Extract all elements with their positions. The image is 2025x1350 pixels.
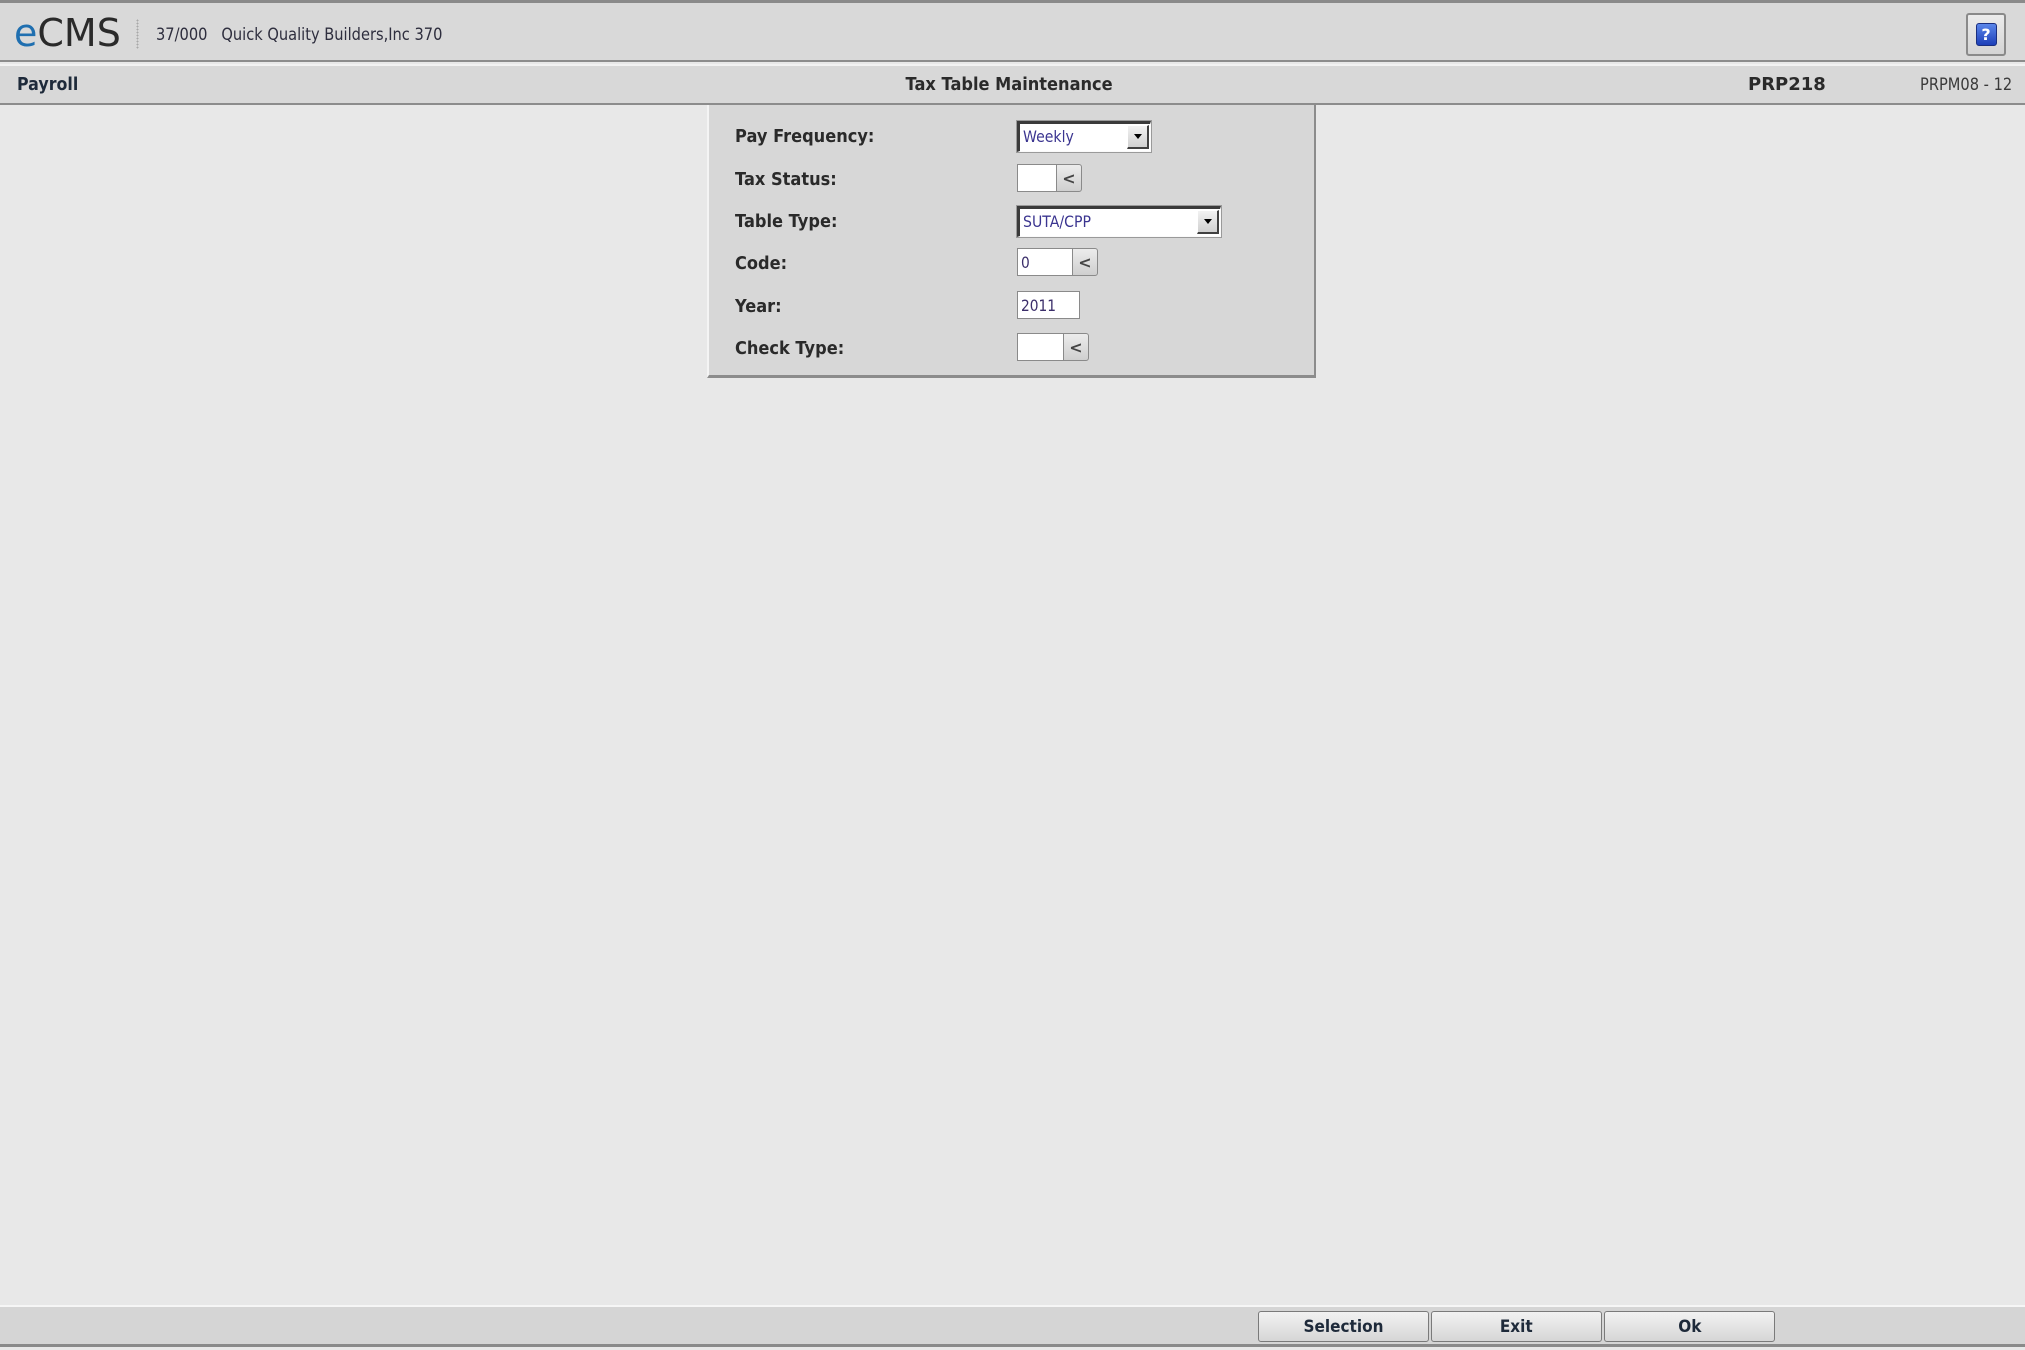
check-type-label: Check Type:: [735, 338, 845, 359]
code-label: Code:: [735, 253, 788, 274]
check-type-input[interactable]: [1017, 333, 1063, 361]
table-type-value: SUTA/CPP: [1023, 212, 1091, 231]
exit-button-label: Exit: [1500, 1316, 1533, 1337]
program-id: PRP218: [1748, 74, 1826, 95]
year-value: 2011: [1021, 296, 1057, 315]
code-value: 0: [1021, 253, 1030, 272]
help-button[interactable]: ?: [1966, 13, 2006, 56]
program-version: PRPM08 - 12: [1920, 75, 2013, 95]
chevron-left-icon: <: [1078, 252, 1092, 272]
chevron-left-icon: <: [1069, 337, 1083, 357]
pay-frequency-row: Pay Frequency: Weekly: [735, 121, 1295, 152]
pay-frequency-select[interactable]: Weekly: [1017, 121, 1151, 152]
ecms-logo: eCMS: [14, 11, 121, 55]
pay-frequency-value: Weekly: [1023, 127, 1074, 146]
ok-button-label: Ok: [1677, 1316, 1702, 1337]
code-input[interactable]: 0: [1017, 248, 1072, 276]
year-row: Year: 2011: [735, 291, 1295, 321]
chevron-down-icon[interactable]: [1127, 125, 1149, 149]
pay-frequency-label: Pay Frequency:: [735, 126, 875, 147]
app-header: eCMS 37/000 Quick Quality Builders,Inc 3…: [0, 3, 2025, 62]
table-type-label: Table Type:: [735, 211, 838, 232]
tax-status-label: Tax Status:: [735, 169, 837, 190]
table-type-select[interactable]: SUTA/CPP: [1017, 206, 1221, 237]
logo-e: e: [14, 11, 38, 55]
chevron-left-icon: <: [1062, 168, 1076, 188]
page-title: Tax Table Maintenance: [0, 74, 2025, 95]
tax-status-row: Tax Status: <: [735, 164, 1295, 194]
selection-button-label: Selection: [1303, 1316, 1384, 1337]
header-divider: [136, 19, 139, 49]
help-icon: ?: [1975, 23, 1997, 46]
selection-button[interactable]: Selection: [1258, 1311, 1429, 1342]
screen-header: Payroll Tax Table Maintenance PRP218 PRP…: [0, 66, 2025, 105]
tax-status-lookup-button[interactable]: <: [1056, 164, 1082, 192]
code-row: Code: 0 <: [735, 248, 1295, 278]
exit-button[interactable]: Exit: [1431, 1311, 1602, 1342]
year-label: Year:: [735, 296, 782, 317]
selection-form: Pay Frequency: Weekly Tax Status: < Tabl…: [707, 105, 1316, 378]
action-bar: Selection Exit Ok: [0, 1305, 2025, 1347]
code-lookup-button[interactable]: <: [1072, 248, 1098, 276]
check-type-lookup-button[interactable]: <: [1063, 333, 1089, 361]
check-type-row: Check Type: <: [735, 333, 1295, 363]
logo-cms: CMS: [37, 11, 121, 55]
company-info: 37/000 Quick Quality Builders,Inc 370: [156, 25, 443, 45]
year-input[interactable]: 2011: [1017, 291, 1080, 319]
table-type-row: Table Type: SUTA/CPP: [735, 206, 1295, 237]
tax-status-input[interactable]: [1017, 164, 1056, 192]
chevron-down-icon[interactable]: [1197, 210, 1219, 234]
ok-button[interactable]: Ok: [1604, 1311, 1775, 1342]
page-title-text: Tax Table Maintenance: [905, 74, 1114, 95]
